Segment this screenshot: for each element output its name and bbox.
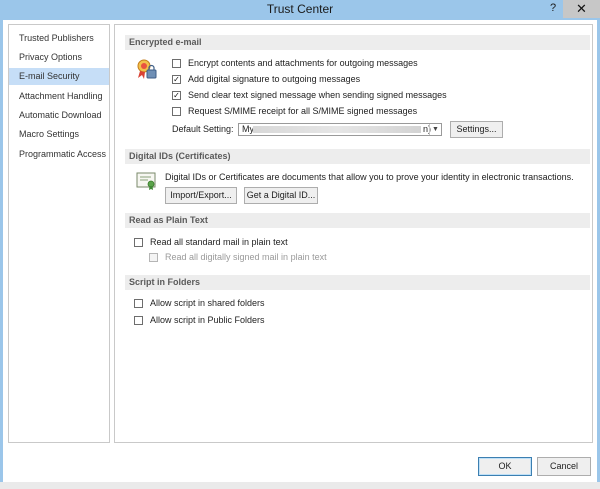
settings-panel: Encrypted e-mail Encrypt contents and at… bbox=[114, 24, 593, 443]
send-clear-text-checkbox[interactable]: ✓ bbox=[172, 91, 181, 100]
redacted-value bbox=[253, 126, 421, 133]
certificate-lock-icon bbox=[137, 59, 157, 79]
read-plain-text-label: Read all standard mail in plain text bbox=[150, 237, 288, 247]
nav-item-privacy-options[interactable]: Privacy Options bbox=[9, 49, 109, 66]
read-plain-text-checkbox[interactable] bbox=[134, 238, 143, 247]
digital-ids-description: Digital IDs or Certificates are document… bbox=[165, 172, 574, 182]
encrypt-contents-checkbox[interactable] bbox=[172, 59, 181, 68]
default-setting-select[interactable]: My n) ▼ bbox=[238, 123, 442, 136]
script-public-folders-checkbox[interactable] bbox=[134, 316, 143, 325]
read-signed-plain-text-label: Read all digitally signed mail in plain … bbox=[165, 252, 327, 262]
close-button[interactable]: ✕ bbox=[563, 0, 600, 18]
section-header-plain-text: Read as Plain Text bbox=[125, 213, 590, 228]
nav-item-trusted-publishers[interactable]: Trusted Publishers bbox=[9, 30, 109, 47]
section-header-encrypted-email: Encrypted e-mail bbox=[125, 35, 590, 50]
settings-button[interactable]: Settings... bbox=[450, 121, 503, 138]
request-receipt-checkbox[interactable] bbox=[172, 107, 181, 116]
nav-item-automatic-download[interactable]: Automatic Download bbox=[9, 107, 109, 124]
checkmark-icon: ✓ bbox=[173, 75, 180, 84]
dialog-body: Trusted Publishers Privacy Options E-mai… bbox=[3, 20, 597, 482]
certificate-icon bbox=[136, 172, 156, 190]
nav-item-attachment-handling[interactable]: Attachment Handling bbox=[9, 88, 109, 105]
close-icon: ✕ bbox=[576, 1, 587, 16]
get-digital-id-button[interactable]: Get a Digital ID... bbox=[244, 187, 318, 204]
add-signature-checkbox[interactable]: ✓ bbox=[172, 75, 181, 84]
default-setting-label: Default Setting: bbox=[172, 124, 234, 134]
nav-item-email-security[interactable]: E-mail Security bbox=[9, 68, 109, 85]
script-shared-folders-checkbox[interactable] bbox=[134, 299, 143, 308]
ok-button[interactable]: OK bbox=[478, 457, 532, 476]
encrypt-contents-label: Encrypt contents and attachments for out… bbox=[188, 58, 418, 68]
cancel-button[interactable]: Cancel bbox=[537, 457, 591, 476]
send-clear-text-label: Send clear text signed message when send… bbox=[188, 90, 447, 100]
bottom-strip bbox=[0, 482, 600, 489]
help-button[interactable]: ? bbox=[547, 1, 559, 15]
nav-item-programmatic-access[interactable]: Programmatic Access bbox=[9, 146, 109, 163]
add-signature-label: Add digital signature to outgoing messag… bbox=[188, 74, 361, 84]
title-bar[interactable]: Trust Center ? ✕ bbox=[0, 0, 600, 20]
section-header-digital-ids: Digital IDs (Certificates) bbox=[125, 149, 590, 164]
nav-list: Trusted Publishers Privacy Options E-mai… bbox=[8, 24, 110, 443]
chevron-down-icon: ▼ bbox=[429, 124, 441, 135]
checkmark-icon: ✓ bbox=[173, 91, 180, 100]
request-receipt-label: Request S/MIME receipt for all S/MIME si… bbox=[188, 106, 418, 116]
window-title: Trust Center bbox=[266, 2, 334, 16]
import-export-button[interactable]: Import/Export... bbox=[165, 187, 237, 204]
read-signed-plain-text-checkbox bbox=[149, 253, 158, 262]
script-shared-folders-label: Allow script in shared folders bbox=[150, 298, 265, 308]
trust-center-window: Trust Center ? ✕ Trusted Publishers Priv… bbox=[0, 0, 600, 489]
script-public-folders-label: Allow script in Public Folders bbox=[150, 315, 265, 325]
section-header-script-folders: Script in Folders bbox=[125, 275, 590, 290]
nav-item-macro-settings[interactable]: Macro Settings bbox=[9, 126, 109, 143]
